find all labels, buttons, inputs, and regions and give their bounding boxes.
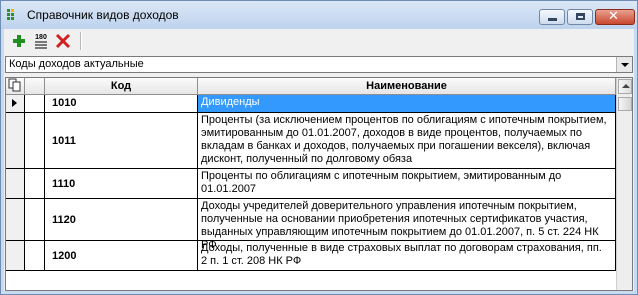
maximize-button[interactable] [567, 9, 593, 25]
name-cell: Проценты (за исключением процентов по об… [198, 113, 616, 168]
client-area: 180 Коды доходов актуальные Код Наименов… [4, 29, 634, 291]
svg-text:180: 180 [35, 34, 47, 41]
name-column-header[interactable]: Наименование [198, 78, 616, 95]
row-indicator [6, 95, 25, 112]
chevron-down-icon[interactable] [616, 57, 632, 72]
maximize-icon [576, 13, 585, 20]
income-filter-value: Коды доходов актуальные [9, 58, 144, 70]
row-indicator [6, 169, 25, 198]
name-cell: Доходы, полученные в виде страховых выпл… [198, 241, 616, 270]
code-cell: 1011 [45, 113, 198, 168]
scrollbar-thumb[interactable] [618, 97, 632, 111]
x-icon [55, 33, 71, 49]
code-cell: 1110 [45, 169, 198, 198]
rotate-180-icon: 180 [35, 34, 47, 49]
income-filter-dropdown[interactable]: Коды доходов актуальные [5, 56, 633, 73]
vertical-scrollbar[interactable] [616, 78, 632, 290]
app-icon [7, 9, 19, 21]
table-row[interactable]: 1200 Доходы, полученные в виде страховых… [6, 241, 616, 271]
window-title: Справочник видов доходов [27, 8, 179, 22]
plus-icon [13, 35, 25, 47]
row-checkbox-cell[interactable] [25, 199, 45, 240]
row-checkbox-cell[interactable] [25, 241, 45, 270]
title-bar[interactable]: Справочник видов доходов ✕ [1, 1, 637, 29]
table-row[interactable]: 1011 Проценты (за исключением процентов … [6, 113, 616, 169]
name-cell: Проценты по облигациям с ипотечным покры… [198, 169, 616, 198]
add-button[interactable] [10, 32, 28, 50]
name-cell: Дивиденды [198, 95, 616, 112]
minimize-button[interactable] [539, 9, 565, 25]
income-codes-table: Код Наименование 1010 Дивиденды 1011 Про… [5, 77, 633, 291]
minimize-icon [548, 18, 557, 21]
table-row[interactable]: 1120 Доходы учредителей доверительного у… [6, 199, 616, 251]
table-row[interactable]: 1110 Проценты по облигациям с ипотечным … [6, 169, 616, 199]
reference-window: Справочник видов доходов ✕ 180 Коды дохо… [0, 0, 638, 295]
current-row-arrow-icon [12, 99, 17, 107]
toolbar: 180 [4, 29, 634, 53]
row-indicator [6, 199, 25, 240]
close-icon: ✕ [608, 9, 619, 24]
row-indicator [6, 113, 25, 168]
copy-icon [8, 78, 21, 92]
row-checkbox-cell[interactable] [25, 169, 45, 198]
scroll-up-icon[interactable] [618, 79, 632, 94]
delete-button[interactable] [54, 32, 72, 50]
close-button[interactable]: ✕ [595, 9, 635, 25]
code-cell: 1120 [45, 199, 198, 240]
table-row[interactable]: 1010 Дивиденды [6, 95, 616, 113]
rotate-180-button[interactable]: 180 [32, 32, 50, 50]
checkbox-column-header[interactable] [25, 78, 45, 95]
row-indicator [6, 241, 25, 270]
row-checkbox-cell[interactable] [25, 95, 45, 112]
code-column-header[interactable]: Код [45, 78, 198, 95]
toolbar-separator [80, 32, 82, 50]
copy-icon-header[interactable] [6, 78, 25, 95]
name-cell: Доходы учредителей доверительного управл… [198, 199, 616, 251]
row-checkbox-cell[interactable] [25, 113, 45, 168]
code-cell: 1200 [45, 241, 198, 270]
code-cell: 1010 [45, 95, 198, 112]
